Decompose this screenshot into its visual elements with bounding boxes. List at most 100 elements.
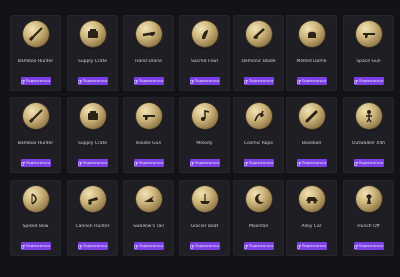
subscribe-icon	[77, 161, 82, 166]
crate-icon	[79, 21, 106, 47]
subscribe-label: Подписаться	[358, 244, 384, 248]
subscribe-button[interactable]: Подписаться	[243, 77, 274, 85]
subscribe-icon	[77, 79, 82, 84]
subscribe-icon	[353, 244, 358, 249]
subscribe-button[interactable]: Подписаться	[133, 159, 164, 167]
subscribe-icon	[189, 244, 194, 249]
subscribe-label: Подписаться	[82, 79, 108, 83]
workshop-card[interactable]: Supply Crate Подписаться	[67, 15, 118, 91]
subscribe-button[interactable]: Подписаться	[20, 77, 51, 85]
subscribe-button[interactable]: Подписаться	[133, 242, 164, 250]
workshop-card[interactable]: Space Gun Подписаться	[343, 15, 394, 91]
subscribe-button[interactable]: Подписаться	[243, 159, 274, 167]
workshop-card[interactable]: Bamboo Hunter Подписаться	[10, 15, 61, 91]
figure-icon	[355, 103, 382, 129]
card-title: Demonic Blade	[241, 59, 276, 64]
workshop-card[interactable]: Supply Crate Подписаться	[67, 97, 118, 173]
subscribe-icon	[243, 79, 248, 84]
workshop-card[interactable]: Outwalker X4h Подписаться	[343, 97, 394, 173]
car-icon	[298, 186, 325, 212]
workshop-card[interactable]: Melody Подписаться	[179, 97, 230, 173]
bat-icon	[298, 103, 325, 129]
subscribe-button[interactable]: Подписаться	[353, 159, 384, 167]
sword-icon	[22, 21, 49, 47]
subscribe-button[interactable]: Подписаться	[296, 77, 327, 85]
crate-icon	[79, 103, 106, 129]
subscribe-button[interactable]: Подписаться	[20, 242, 51, 250]
subscribe-icon	[20, 244, 25, 249]
card-title: Hunch Off	[357, 224, 380, 229]
workshop-card[interactable]: Demonic Blade Подписаться	[233, 15, 284, 91]
subscribe-button[interactable]: Подписаться	[189, 242, 220, 250]
subscribe-button[interactable]: Подписаться	[353, 242, 384, 250]
subscribe-button[interactable]: Подписаться	[296, 159, 327, 167]
workshop-card[interactable]: Isolate Gun Подписаться	[123, 97, 174, 173]
workshop-card[interactable]: Spiked Bow Подписаться	[10, 180, 61, 256]
gun-icon	[135, 103, 162, 129]
workshop-card[interactable]: Bamboo Hunter Подписаться	[10, 97, 61, 173]
subscribe-label: Подписаться	[358, 79, 384, 83]
card-title: Melody	[196, 141, 213, 146]
subscribe-label: Подписаться	[358, 161, 384, 165]
blade-icon	[245, 21, 272, 47]
subscribe-label: Подписаться	[194, 244, 220, 248]
subscribe-icon	[189, 161, 194, 166]
subscribe-button[interactable]: Подписаться	[296, 242, 327, 250]
workshop-card[interactable]: Cosmic Rope Подписаться	[233, 97, 284, 173]
workshop-card[interactable]: Hunch Off Подписаться	[343, 180, 394, 256]
workshop-card[interactable]: Baseball Подписаться	[286, 97, 337, 173]
workshop-card[interactable]: Sacred Fowl Подписаться	[179, 15, 230, 91]
workshop-card[interactable]: Melted Dome Подписаться	[286, 15, 337, 91]
subscribe-button[interactable]: Подписаться	[133, 77, 164, 85]
subscribe-icon	[296, 79, 301, 84]
subscribe-label: Подписаться	[301, 79, 327, 83]
card-title: Moonfall	[248, 224, 269, 229]
workshop-card[interactable]: Glacier Boat Подписаться	[179, 180, 230, 256]
card-title: Bamboo Hunter	[17, 59, 54, 64]
subscribe-label: Подписаться	[194, 161, 220, 165]
subscribe-label: Подписаться	[25, 161, 51, 165]
subscribe-label: Подписаться	[301, 244, 327, 248]
subscribe-button[interactable]: Подписаться	[77, 77, 108, 85]
subscribe-icon	[133, 161, 138, 166]
card-title: Alloy Car	[301, 224, 322, 229]
subscribe-icon	[296, 161, 301, 166]
subscribe-button[interactable]: Подписаться	[77, 242, 108, 250]
subscribe-label: Подписаться	[248, 161, 274, 165]
card-title: Spiked Bow	[22, 224, 49, 229]
card-title: Space Gun	[356, 59, 381, 64]
subscribe-label: Подписаться	[25, 79, 51, 83]
subscribe-button[interactable]: Подписаться	[20, 159, 51, 167]
workshop-card[interactable]: Moonfall Подписаться	[233, 180, 284, 256]
card-title: Hand Drone	[135, 59, 162, 64]
subscribe-icon	[353, 79, 358, 84]
subscribe-icon	[243, 161, 248, 166]
subscribe-label: Подписаться	[194, 79, 220, 83]
subscribe-button[interactable]: Подписаться	[353, 77, 384, 85]
workshop-card[interactable]: Swallow's Tail Подписаться	[123, 180, 174, 256]
music-icon	[191, 103, 218, 129]
cannon-icon	[79, 186, 106, 212]
rope-icon	[245, 103, 272, 129]
subscribe-icon	[353, 161, 358, 166]
subscribe-icon	[189, 79, 194, 84]
subscribe-button[interactable]: Подписаться	[189, 159, 220, 167]
subscribe-button[interactable]: Подписаться	[77, 159, 108, 167]
bird-icon	[191, 21, 218, 47]
workshop-card[interactable]: Hand Drone Подписаться	[123, 15, 174, 91]
tail-icon	[135, 186, 162, 212]
subscribe-icon	[133, 244, 138, 249]
subscribe-icon	[243, 244, 248, 249]
subscribe-label: Подписаться	[248, 244, 274, 248]
subscribe-label: Подписаться	[25, 244, 51, 248]
gun-icon	[355, 21, 382, 47]
subscribe-icon	[20, 79, 25, 84]
workshop-card[interactable]: Alloy Car Подписаться	[286, 180, 337, 256]
card-title: Baseball	[301, 141, 322, 146]
subscribe-button[interactable]: Подписаться	[243, 242, 274, 250]
subscribe-icon	[296, 244, 301, 249]
moon-icon	[245, 186, 272, 212]
workshop-card[interactable]: Cannon Hunter Подписаться	[67, 180, 118, 256]
subscribe-label: Подписаться	[301, 161, 327, 165]
subscribe-button[interactable]: Подписаться	[189, 77, 220, 85]
